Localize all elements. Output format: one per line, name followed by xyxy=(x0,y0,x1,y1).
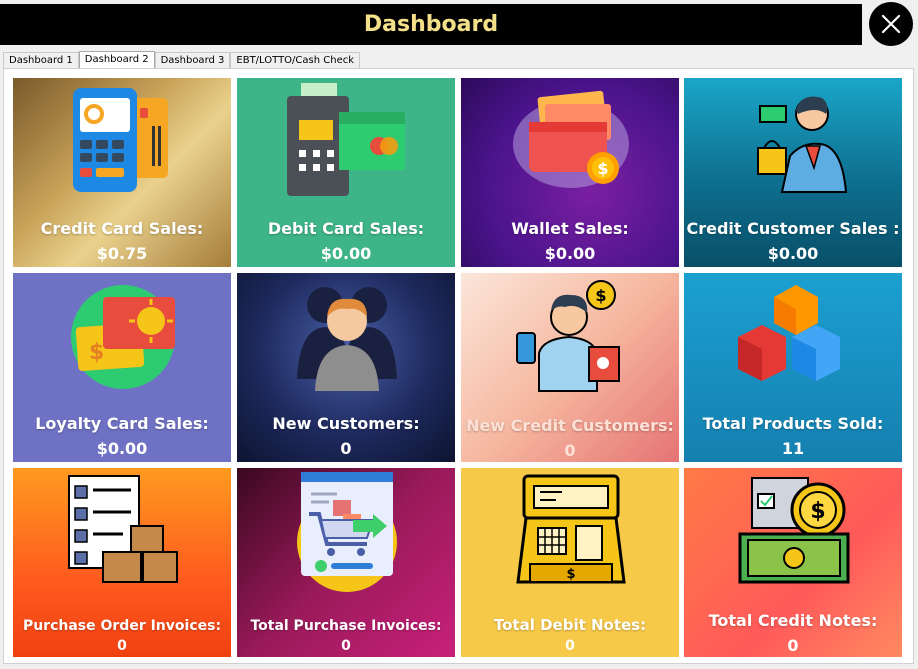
wallet-icon: $ xyxy=(513,90,629,188)
tile-total-products-sold[interactable]: Total Products Sold: 11 xyxy=(684,273,902,462)
tile-value: $0.00 xyxy=(96,439,148,458)
svg-text:$: $ xyxy=(597,159,608,178)
credit-card-terminal-icon xyxy=(73,88,168,192)
tile-label: New Customers: xyxy=(272,414,420,433)
window-title-bar: Dashboard xyxy=(0,4,862,45)
tile-label: Loyalty Card Sales: xyxy=(35,414,209,433)
tile-value: $0.00 xyxy=(320,244,372,263)
cash-register-icon: $ xyxy=(516,474,626,584)
tile-value: 0 xyxy=(787,636,799,655)
loyalty-card-icon: $ xyxy=(71,285,175,389)
tile-value: 11 xyxy=(781,439,805,458)
svg-text:$: $ xyxy=(566,567,575,582)
customer-shopping-icon xyxy=(757,96,848,193)
tab-strip: Dashboard 1 Dashboard 2 Dashboard 3 EBT/… xyxy=(3,51,361,69)
tile-value: 0 xyxy=(564,441,576,460)
tile-debit-card-sales[interactable]: Debit Card Sales: $0.00 xyxy=(237,78,455,267)
debit-card-terminal-icon xyxy=(287,83,405,196)
tile-purchase-order-invoices[interactable]: Purchase Order Invoices: 0 xyxy=(13,468,231,657)
tile-label: Total Credit Notes: xyxy=(708,611,878,630)
window-title: Dashboard xyxy=(363,12,499,37)
tile-value: $0.00 xyxy=(767,244,819,263)
tile-total-debit-notes[interactable]: $ Total Debit Notes: 0 xyxy=(461,468,679,657)
svg-text:$: $ xyxy=(89,340,104,365)
svg-text:$: $ xyxy=(810,499,825,524)
credit-customer-icon: $ xyxy=(516,280,620,392)
tile-credit-customer-sales[interactable]: Credit Customer Sales : $0.00 xyxy=(684,78,902,267)
tile-wallet-sales[interactable]: $ Wallet Sales: $0.00 xyxy=(461,78,679,267)
tile-value: 0 xyxy=(340,439,352,458)
tile-label: New Credit Customers: xyxy=(466,416,674,435)
tile-value: 0 xyxy=(117,638,127,654)
tile-total-credit-notes[interactable]: $ Total Credit Notes: 0 xyxy=(684,468,902,657)
tab-dashboard-1[interactable]: Dashboard 1 xyxy=(3,52,79,69)
purchase-order-checklist-icon xyxy=(68,475,178,583)
tab-dashboard-2[interactable]: Dashboard 2 xyxy=(78,51,155,69)
tile-label: Total Debit Notes: xyxy=(493,616,647,634)
tile-credit-card-sales[interactable]: Credit Card Sales: $0.75 xyxy=(13,78,231,267)
customers-group-icon xyxy=(297,287,397,391)
tile-value: 0 xyxy=(565,638,575,654)
tile-label: Credit Card Sales: xyxy=(40,219,204,238)
close-button[interactable] xyxy=(869,2,913,46)
tile-label: Total Products Sold: xyxy=(702,414,884,433)
tile-label: Total Purchase Invoices: xyxy=(250,618,442,634)
tile-label: Debit Card Sales: xyxy=(267,219,425,238)
close-icon xyxy=(881,14,901,34)
product-boxes-icon xyxy=(738,285,840,381)
tile-total-purchase-invoices[interactable]: Total Purchase Invoices: 0 xyxy=(237,468,455,657)
tile-new-credit-customers[interactable]: $ New Credit Customers: 0 xyxy=(461,273,679,462)
shopping-cart-invoice-icon xyxy=(297,472,397,592)
tile-new-customers[interactable]: New Customers: 0 xyxy=(237,273,455,462)
svg-text:$: $ xyxy=(595,286,606,305)
tile-value: $0.00 xyxy=(544,244,596,263)
tile-label: Purchase Order Invoices: xyxy=(22,618,222,634)
tab-ebt-lotto-cash-check[interactable]: EBT/LOTTO/Cash Check xyxy=(230,52,361,69)
tile-loyalty-card-sales[interactable]: $ Loyalty Card Sales: $0.00 xyxy=(13,273,231,462)
dashboard-panel: Credit Card Sales: $0.75 Debit Card Sale… xyxy=(3,68,914,664)
tile-value: $0.75 xyxy=(96,244,148,263)
tile-value: 0 xyxy=(341,638,351,654)
cash-notes-icon: $ xyxy=(738,477,850,584)
tile-label: Wallet Sales: xyxy=(511,219,629,238)
tile-label: Credit Customer Sales : xyxy=(686,219,900,238)
tab-dashboard-3[interactable]: Dashboard 3 xyxy=(154,52,231,69)
